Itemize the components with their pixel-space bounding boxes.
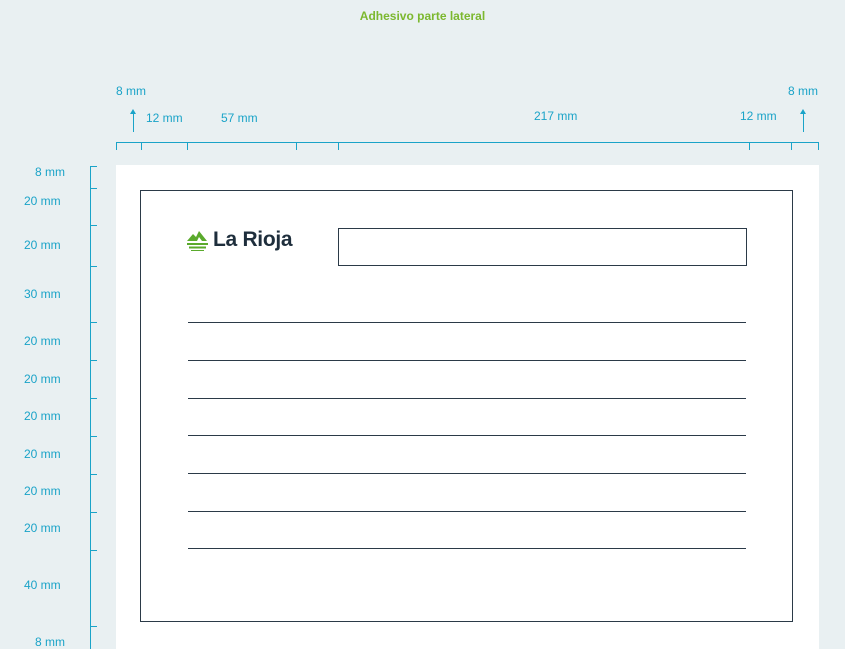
name-field-box	[338, 228, 747, 266]
right-margin-pointer	[803, 112, 804, 132]
ruler-tick	[90, 322, 97, 323]
ruler-tick	[791, 142, 792, 150]
dim-row-label: 40 mm	[24, 578, 61, 592]
ruler-tick	[90, 225, 97, 226]
writing-line	[188, 360, 746, 361]
vertical-ruler-line	[90, 166, 91, 649]
writing-line	[188, 322, 746, 323]
ruler-tick	[818, 142, 819, 150]
ruler-tick	[90, 512, 97, 513]
dim-row-label: 20 mm	[24, 372, 61, 386]
ruler-tick	[141, 142, 142, 150]
left-margin-pointer	[133, 112, 134, 132]
ruler-tick	[90, 626, 97, 627]
dim-field-width-label: 217 mm	[534, 109, 578, 123]
writing-line	[188, 398, 746, 399]
ruler-tick	[296, 142, 297, 150]
dim-row-label: 20 mm	[24, 238, 61, 252]
ruler-tick	[90, 166, 97, 167]
arrow-up-icon	[130, 109, 136, 114]
la-rioja-mountain-icon	[187, 231, 208, 251]
dim-row-label: 20 mm	[24, 334, 61, 348]
arrow-up-icon	[800, 109, 806, 114]
dim-top-margin-label: 8 mm	[35, 165, 65, 179]
horizontal-ruler-line	[116, 142, 819, 143]
dim-left-margin-label: 8 mm	[116, 84, 146, 98]
dim-row-label: 20 mm	[24, 409, 61, 423]
ruler-tick	[187, 142, 188, 150]
ruler-tick	[90, 398, 97, 399]
page-title: Adhesivo parte lateral	[359, 9, 486, 23]
dim-right-margin-label: 8 mm	[788, 84, 818, 98]
ruler-tick	[116, 142, 117, 150]
ruler-tick	[90, 188, 97, 189]
ruler-tick	[90, 360, 97, 361]
ruler-tick	[338, 142, 339, 150]
ruler-tick	[90, 550, 97, 551]
dim-row-label: 20 mm	[24, 194, 61, 208]
ruler-tick	[90, 474, 97, 475]
dim-row-label: 20 mm	[24, 484, 61, 498]
dim-inner-left-label: 12 mm	[146, 111, 183, 125]
ruler-tick	[90, 436, 97, 437]
dim-row-label: 20 mm	[24, 521, 61, 535]
writing-line	[188, 473, 746, 474]
dim-bottom-margin-label: 8 mm	[35, 635, 65, 649]
la-rioja-logo: La Rioja	[186, 226, 293, 254]
writing-line	[188, 511, 746, 512]
ruler-tick	[749, 142, 750, 150]
dim-logo-width-label: 57 mm	[221, 111, 258, 125]
dim-row-label: 30 mm	[24, 287, 61, 301]
writing-line	[188, 435, 746, 436]
ruler-tick	[90, 266, 97, 267]
writing-line	[188, 548, 746, 549]
logo-text: La Rioja	[213, 228, 293, 251]
dim-inner-right-label: 12 mm	[740, 109, 777, 123]
dim-row-label: 20 mm	[24, 447, 61, 461]
